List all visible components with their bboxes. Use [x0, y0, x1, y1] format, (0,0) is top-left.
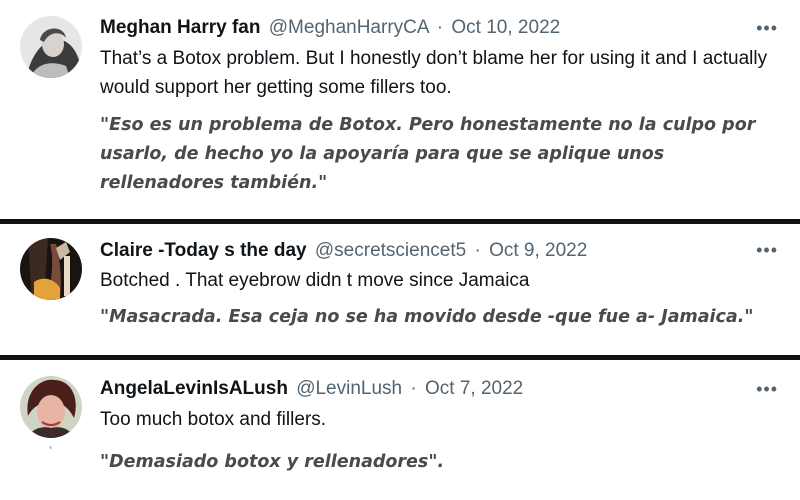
avatar[interactable] — [20, 16, 82, 78]
tweet-text: Botched . That eyebrow didn t move since… — [100, 270, 530, 291]
separator: · — [410, 378, 417, 399]
tweet-date[interactable]: Oct 9, 2022 — [489, 240, 587, 261]
dot-marker — [49, 446, 52, 449]
display-name[interactable]: AngelaLevinIsALush — [100, 378, 288, 399]
tweet-card[interactable]: Meghan Harry fan @MeghanHarryCA · Oct 10… — [0, 0, 800, 219]
separator: · — [474, 240, 481, 261]
tweet-header: Meghan Harry fan @MeghanHarryCA · Oct 10… — [100, 16, 560, 40]
avatar[interactable] — [20, 238, 82, 300]
display-name[interactable]: Claire -Today s the day — [100, 240, 307, 261]
tweet-text: That’s a Botox problem. But I honestly d… — [100, 48, 768, 98]
translation-text: "Eso es un problema de Botox. Pero hones… — [100, 115, 756, 193]
avatar[interactable] — [20, 376, 82, 438]
tweet-date[interactable]: Oct 7, 2022 — [425, 378, 523, 399]
translation-text: "Demasiado botox y rellenadores". — [100, 452, 445, 472]
display-name[interactable]: Meghan Harry fan — [100, 17, 260, 38]
translation-text: "Masacrada. Esa ceja no se ha movido des… — [100, 307, 754, 327]
more-horizontal-icon[interactable]: ••• — [756, 379, 778, 399]
tweet-header: Claire -Today s the day @secretsciencet5… — [100, 239, 587, 263]
handle[interactable]: @secretsciencet5 — [315, 240, 466, 261]
tweet-header: AngelaLevinIsALush @LevinLush · Oct 7, 2… — [100, 377, 523, 401]
separator: · — [436, 17, 444, 38]
tweet-date[interactable]: Oct 10, 2022 — [451, 17, 560, 38]
more-horizontal-icon[interactable]: ••• — [756, 18, 778, 38]
more-horizontal-icon[interactable]: ••• — [756, 240, 778, 260]
handle[interactable]: @MeghanHarryCA — [269, 17, 429, 38]
handle[interactable]: @LevinLush — [296, 378, 402, 399]
tweet-text: Too much botox and fillers. — [100, 409, 327, 430]
